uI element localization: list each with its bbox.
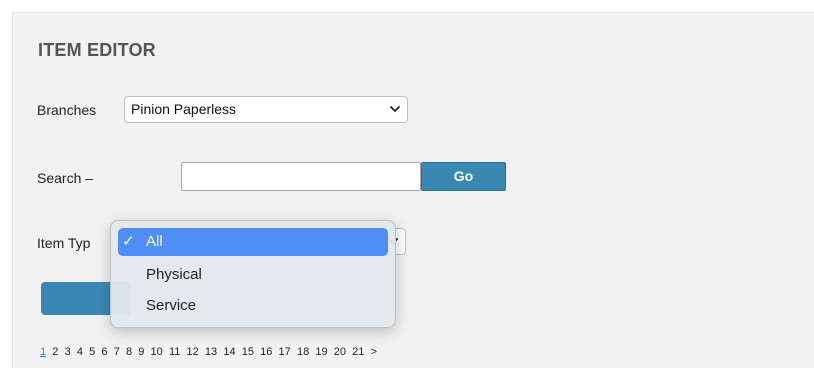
page-link[interactable]: 3: [65, 346, 71, 358]
chevron-down-icon: [390, 106, 400, 112]
page-title: ITEM EDITOR: [38, 40, 156, 60]
search-label: Search –: [37, 170, 94, 186]
pagination: 1 2 3 4 5 6 7 8 9 10 11 12 13 14 15 16 1…: [40, 346, 380, 358]
page-link[interactable]: 9: [138, 346, 144, 358]
page-link[interactable]: 14: [223, 346, 235, 358]
dropdown-option-service[interactable]: Service: [118, 292, 388, 320]
page-link[interactable]: 13: [205, 346, 217, 358]
page-link[interactable]: 10: [151, 346, 163, 358]
page-link[interactable]: 5: [89, 346, 95, 358]
page-link[interactable]: 4: [77, 346, 83, 358]
dropdown-option-label: Service: [146, 297, 197, 314]
branches-select[interactable]: Pinion Paperless: [124, 96, 408, 123]
page-link[interactable]: 21: [352, 346, 364, 358]
page-link[interactable]: 2: [52, 346, 58, 358]
next-page-link[interactable]: >: [371, 346, 377, 358]
page-link[interactable]: 7: [114, 346, 120, 358]
page-link[interactable]: 12: [187, 346, 199, 358]
dropdown-option-label: All: [146, 233, 163, 250]
page-link[interactable]: 1: [40, 346, 46, 358]
go-button[interactable]: Go: [421, 162, 506, 191]
dropdown-option-all[interactable]: ✓ All: [118, 228, 388, 256]
item-type-label: Item Typ: [37, 235, 91, 251]
page-link[interactable]: 20: [334, 346, 346, 358]
item-type-dropdown-menu: ✓ All Physical Service: [110, 220, 396, 328]
branches-select-value: Pinion Paperless: [131, 101, 237, 117]
page-link[interactable]: 17: [279, 346, 291, 358]
page-link[interactable]: 15: [242, 346, 254, 358]
branches-label: Branches: [37, 102, 97, 118]
checkmark-icon: ✓: [122, 233, 135, 250]
dropdown-option-label: Physical: [146, 266, 202, 283]
page-link[interactable]: 19: [315, 346, 327, 358]
dropdown-option-physical[interactable]: Physical: [118, 261, 388, 289]
page-link[interactable]: 11: [169, 346, 180, 358]
page-link[interactable]: 8: [126, 346, 132, 358]
page-link[interactable]: 6: [101, 346, 107, 358]
page-link[interactable]: 18: [297, 346, 309, 358]
search-input[interactable]: [181, 162, 421, 191]
page-link[interactable]: 16: [260, 346, 272, 358]
